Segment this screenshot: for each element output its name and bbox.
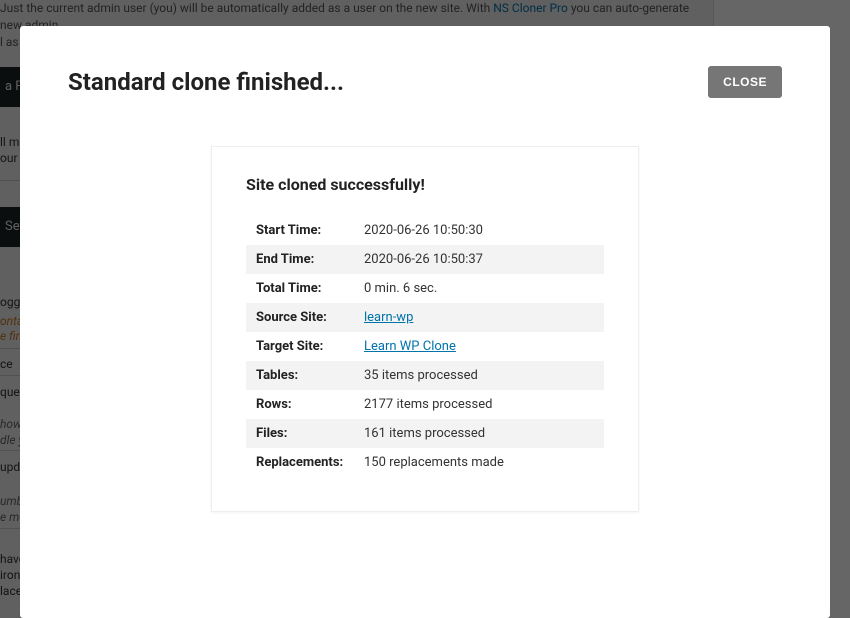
card-title: Site cloned successfully! xyxy=(246,175,604,194)
table-row: Tables: 35 items processed xyxy=(246,361,604,390)
source-site-link[interactable]: learn-wp xyxy=(364,310,413,325)
row-label: Total Time: xyxy=(256,281,364,296)
row-label: Tables: xyxy=(256,368,364,383)
modal-title: Standard clone finished... xyxy=(68,68,344,96)
row-value: 2020-06-26 10:50:30 xyxy=(364,223,594,238)
table-row: Start Time: 2020-06-26 10:50:30 xyxy=(246,216,604,245)
table-row: Source Site: learn-wp xyxy=(246,303,604,332)
row-value: 0 min. 6 sec. xyxy=(364,281,594,296)
close-button[interactable]: CLOSE xyxy=(708,66,782,98)
result-card: Site cloned successfully! Start Time: 20… xyxy=(211,146,639,512)
row-label: Rows: xyxy=(256,397,364,412)
row-value: Learn WP Clone xyxy=(364,339,594,354)
table-row: Rows: 2177 items processed xyxy=(246,390,604,419)
row-label: Source Site: xyxy=(256,310,364,325)
table-row: End Time: 2020-06-26 10:50:37 xyxy=(246,245,604,274)
row-value: 2020-06-26 10:50:37 xyxy=(364,252,594,267)
row-value: 161 items processed xyxy=(364,426,594,441)
target-site-link[interactable]: Learn WP Clone xyxy=(364,339,456,354)
table-row: Total Time: 0 min. 6 sec. xyxy=(246,274,604,303)
row-value: 35 items processed xyxy=(364,368,594,383)
row-value: 2177 items processed xyxy=(364,397,594,412)
table-row: Target Site: Learn WP Clone xyxy=(246,332,604,361)
row-label: Target Site: xyxy=(256,339,364,354)
row-label: Start Time: xyxy=(256,223,364,238)
modal-header: Standard clone finished... CLOSE xyxy=(68,66,782,98)
clone-result-modal: Standard clone finished... CLOSE Site cl… xyxy=(20,26,830,618)
row-label: End Time: xyxy=(256,252,364,267)
row-value: learn-wp xyxy=(364,310,594,325)
row-value: 150 replacements made xyxy=(364,455,594,470)
table-row: Replacements: 150 replacements made xyxy=(246,448,604,477)
table-row: Files: 161 items processed xyxy=(246,419,604,448)
row-label: Files: xyxy=(256,426,364,441)
row-label: Replacements: xyxy=(256,455,364,470)
